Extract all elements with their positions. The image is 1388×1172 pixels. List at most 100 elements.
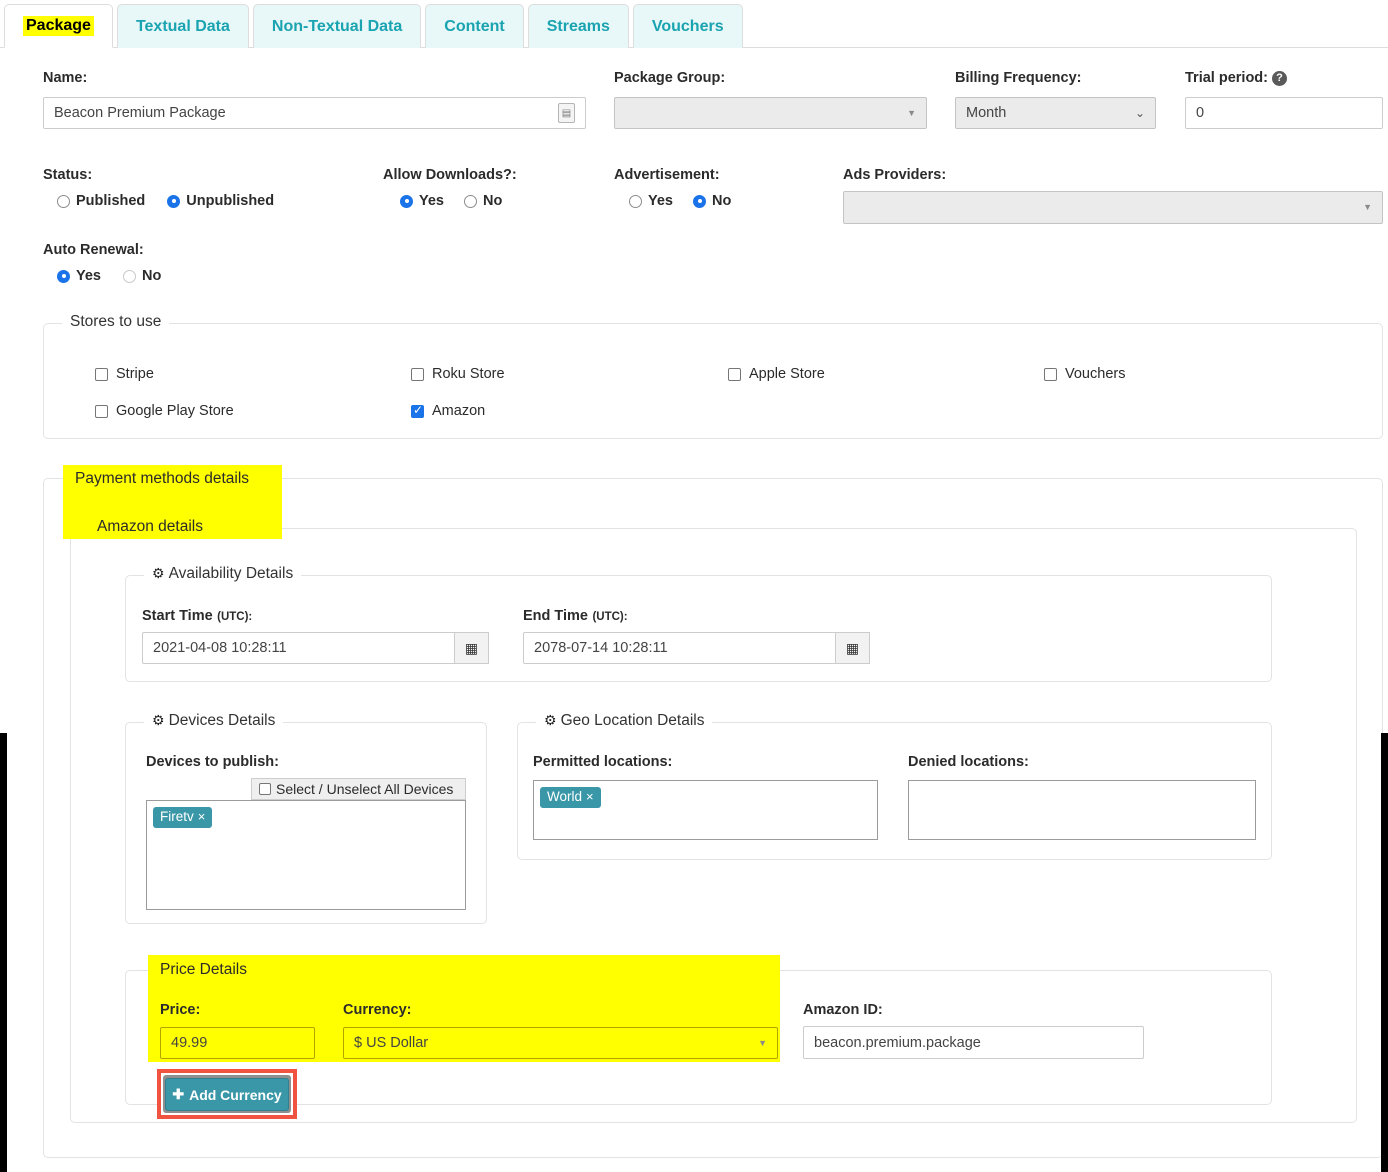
end-time-value: 2078-07-14 10:28:11	[534, 640, 668, 656]
end-time-sublabel: (UTC):	[592, 611, 628, 623]
start-time-calendar-icon[interactable]: ▦	[455, 632, 489, 664]
tab-non-textual-data-label: Non-Textual Data	[271, 17, 403, 35]
availability-legend-text: Availability Details	[168, 565, 294, 582]
advertisement-yes-radio[interactable]: Yes	[629, 193, 673, 209]
checkbox-indicator	[411, 367, 424, 381]
tab-vouchers[interactable]: Vouchers	[632, 4, 743, 48]
store-label-amazon: Amazon	[432, 403, 486, 419]
price-details-legend: Price Details	[160, 961, 247, 978]
trial-period-label: Trial period:	[1185, 70, 1268, 86]
close-icon[interactable]: ×	[198, 809, 206, 824]
store-checkbox-roku-store[interactable]: Roku Store	[411, 366, 505, 382]
plus-icon: ✚	[172, 1086, 185, 1102]
add-currency-button[interactable]: ✚ Add Currency	[165, 1078, 289, 1111]
allow-downloads-no-label: No	[483, 193, 503, 209]
radio-indicator	[57, 194, 70, 208]
end-time-input[interactable]: 2078-07-14 10:28:11	[523, 632, 836, 664]
billing-frequency-value: Month	[966, 105, 1007, 121]
store-label-google-play-store: Google Play Store	[116, 403, 234, 419]
geo-location-details-legend: ⚙ Geo Location Details	[536, 712, 713, 730]
status-unpublished-radio[interactable]: Unpublished	[167, 193, 274, 209]
auto-renewal-label: Auto Renewal:	[43, 242, 144, 258]
devices-legend-text: Devices Details	[168, 712, 276, 729]
select-unselect-all-devices-checkbox[interactable]: Select / Unselect All Devices	[251, 778, 466, 800]
billing-frequency-select[interactable]: Month ⌄	[955, 97, 1156, 129]
advertisement-no-label: No	[712, 193, 732, 209]
permitted-location-tag-label: World	[547, 789, 583, 804]
ads-providers-label: Ads Providers:	[843, 167, 947, 183]
help-circle-icon[interactable]: ?	[1272, 70, 1287, 86]
store-checkbox-google-play-store[interactable]: Google Play Store	[95, 403, 234, 419]
permitted-locations-label: Permitted locations:	[533, 754, 673, 770]
tab-streams[interactable]: Streams	[527, 4, 629, 48]
package-group-label: Package Group:	[614, 70, 726, 86]
translate-icon[interactable]: ▤	[558, 103, 575, 123]
radio-indicator-selected	[57, 269, 70, 283]
tab-package-label: Package	[23, 16, 94, 36]
devices-tag-input[interactable]: Firetv ×	[146, 800, 466, 910]
amazon-details-legend: Amazon details	[97, 518, 203, 535]
amazon-id-value: beacon.premium.package	[814, 1034, 981, 1051]
denied-locations-input[interactable]	[908, 780, 1256, 840]
currency-value: $ US Dollar	[354, 1035, 429, 1051]
allow-downloads-yes-radio[interactable]: Yes	[400, 193, 444, 209]
devices-to-publish-label: Devices to publish:	[146, 754, 279, 770]
gears-icon: ⚙	[152, 712, 165, 728]
price-label: Price:	[160, 1002, 201, 1018]
store-checkbox-apple-store[interactable]: Apple Store	[728, 366, 825, 382]
payment-methods-legend: Payment methods details	[75, 470, 250, 487]
permitted-location-tag-world[interactable]: World ×	[540, 787, 601, 808]
geo-legend-text: Geo Location Details	[560, 712, 705, 729]
device-tag-firetv[interactable]: Firetv ×	[153, 807, 213, 828]
price-input[interactable]: 49.99	[160, 1027, 315, 1059]
radio-indicator	[629, 194, 642, 208]
permitted-locations-input[interactable]: World ×	[533, 780, 878, 840]
advertisement-no-radio[interactable]: No	[693, 193, 731, 209]
trial-period-input[interactable]: 0	[1185, 97, 1383, 129]
name-input[interactable]: Beacon Premium Package ▤	[43, 97, 586, 129]
tab-package[interactable]: Package	[4, 4, 113, 48]
package-group-select[interactable]: ▼	[614, 97, 927, 129]
tab-bar: Package Textual Data Non-Textual Data Co…	[0, 0, 1388, 48]
store-checkbox-vouchers[interactable]: Vouchers	[1044, 366, 1125, 382]
add-currency-button-label: Add Currency	[189, 1086, 282, 1103]
radio-indicator	[123, 269, 136, 283]
radio-indicator-selected	[693, 194, 706, 208]
end-time-label: End Time	[523, 608, 588, 624]
radio-indicator-selected	[167, 194, 181, 208]
checkbox-indicator	[95, 404, 108, 418]
currency-label: Currency:	[343, 1002, 412, 1018]
package-edit-page: Package Textual Data Non-Textual Data Co…	[0, 0, 1388, 1172]
store-label-roku-store: Roku Store	[432, 366, 505, 382]
allow-downloads-label: Allow Downloads?:	[383, 167, 517, 183]
store-checkbox-stripe[interactable]: Stripe	[95, 366, 154, 382]
checkbox-indicator	[728, 367, 741, 381]
name-label: Name:	[43, 70, 88, 86]
ads-providers-select[interactable]: ▼	[843, 191, 1383, 224]
radio-indicator-selected	[400, 194, 413, 208]
currency-select[interactable]: $ US Dollar ▼	[343, 1027, 778, 1059]
tab-content[interactable]: Content	[425, 4, 524, 48]
denied-locations-label: Denied locations:	[908, 754, 1029, 770]
tab-streams-label: Streams	[546, 17, 610, 35]
gears-icon: ⚙	[152, 565, 165, 581]
tab-non-textual-data[interactable]: Non-Textual Data	[252, 4, 422, 48]
close-icon[interactable]: ×	[586, 789, 594, 804]
gears-icon: ⚙	[544, 712, 557, 728]
trial-period-value: 0	[1196, 105, 1205, 121]
status-published-radio[interactable]: Published	[57, 193, 145, 209]
device-tag-label: Firetv	[160, 809, 194, 824]
tab-textual-data[interactable]: Textual Data	[116, 4, 249, 48]
start-time-input[interactable]: 2021-04-08 10:28:11	[142, 632, 455, 664]
right-edge-bar	[1381, 733, 1388, 1172]
store-label-stripe: Stripe	[116, 366, 154, 382]
amazon-id-input[interactable]: beacon.premium.package	[803, 1026, 1144, 1059]
store-checkbox-amazon[interactable]: Amazon	[411, 403, 485, 419]
tab-textual-data-label: Textual Data	[135, 17, 230, 35]
allow-downloads-no-radio[interactable]: No	[464, 193, 502, 209]
end-time-calendar-icon[interactable]: ▦	[836, 632, 870, 664]
auto-renewal-no-radio[interactable]: No	[123, 268, 161, 284]
tab-vouchers-label: Vouchers	[651, 17, 724, 35]
auto-renewal-yes-radio[interactable]: Yes	[57, 268, 101, 284]
left-edge-bar	[0, 733, 7, 1172]
